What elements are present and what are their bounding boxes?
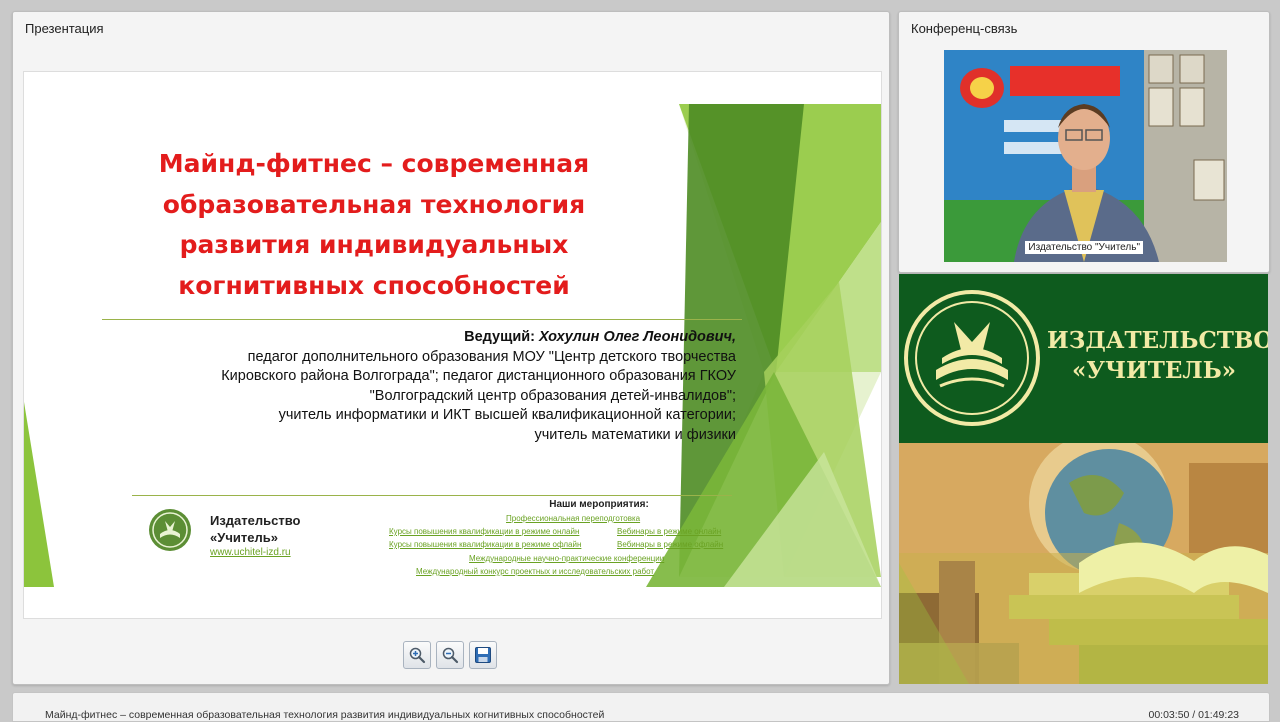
slide-title-line: развития индивидуальных — [179, 230, 569, 259]
presenter-line: Кировского района Волгограда"; педагог д… — [221, 368, 736, 384]
video-label: Издательство "Учитель" — [1025, 241, 1143, 254]
slide-title-line: когнитивных способностей — [178, 270, 570, 300]
presentation-panel: Презентация Майнд-фитнес – современная о… — [12, 11, 890, 685]
presentation-slide: Майнд-фитнес – современная образовательн… — [23, 71, 882, 619]
footer-divider — [132, 495, 732, 496]
event-link[interactable]: Курсы повышения квалификации в режиме он… — [389, 527, 579, 536]
event-link[interactable]: Международный конкурс проектных и исслед… — [416, 567, 654, 576]
banner-image — [899, 443, 1268, 684]
slide-title-line: образовательная технология — [162, 189, 586, 219]
publisher-name: Издательство «Учитель» — [210, 512, 301, 546]
video-feed[interactable]: Издательство "Учитель" — [944, 50, 1227, 262]
publisher-url-link[interactable]: www.uchitel-izd.ru — [210, 547, 291, 558]
presenter-name: Хохулин Олег Леонидович, — [539, 329, 736, 345]
zoom-in-icon — [409, 647, 426, 664]
event-link[interactable]: Вебинары в режиме офлайн — [617, 540, 723, 549]
presentation-panel-title: Презентация — [25, 21, 104, 36]
events-header: Наши мероприятия: — [549, 499, 649, 510]
event-link[interactable]: Вебинары в режиме онлайн — [617, 527, 721, 536]
footer-bar: Майнд-фитнес – современная образовательн… — [12, 692, 1270, 722]
presenter-label: Ведущий: — [464, 329, 536, 345]
presenter-info: Ведущий: Хохулин Олег Леонидович, педаго… — [116, 328, 736, 445]
title-divider — [102, 319, 742, 320]
video-frame — [944, 50, 1227, 262]
slide-toolbar — [403, 641, 497, 669]
slide-title-line: Майнд-фитнес – современная — [158, 149, 590, 178]
zoom-out-button[interactable] — [436, 641, 464, 669]
event-link[interactable]: Курсы повышения квалификации в режиме оф… — [389, 540, 581, 549]
conference-panel-title: Конференц-связь — [911, 21, 1018, 36]
save-button[interactable] — [469, 641, 497, 669]
save-icon — [475, 647, 491, 663]
books-globe-image — [899, 443, 1268, 684]
publisher-banner: ИЗДАТЕЛЬСТВО «УЧИТЕЛЬ» — [899, 274, 1268, 684]
banner-logo-area: ИЗДАТЕЛЬСТВО «УЧИТЕЛЬ» — [899, 274, 1268, 443]
banner-logo-icon — [904, 290, 1040, 426]
publisher-logo-icon — [149, 509, 191, 551]
presenter-line: учитель информатики и ИКТ высшей квалифи… — [278, 407, 736, 423]
presenter-line: учитель математики и физики — [534, 426, 736, 443]
presenter-line: "Волгоградский центр образования детей-и… — [369, 387, 736, 404]
playback-time: 00:03:50 / 01:49:23 — [1148, 709, 1240, 721]
banner-line: «УЧИТЕЛЬ» — [1071, 357, 1237, 384]
footer-title: Майнд-фитнес – современная образовательн… — [45, 709, 605, 721]
banner-text: ИЗДАТЕЛЬСТВО «УЧИТЕЛЬ» — [1047, 326, 1268, 386]
presenter-line: педагог дополнительного образования МОУ … — [247, 348, 736, 365]
conference-panel: Конференц-связь Издательство "Учитель" — [898, 11, 1270, 273]
event-link[interactable]: Профессиональная переподготовка — [506, 514, 640, 523]
zoom-in-button[interactable] — [403, 641, 431, 669]
publisher-name-line: Издательство — [210, 513, 301, 528]
publisher-name-line: «Учитель» — [210, 530, 278, 545]
banner-line: ИЗДАТЕЛЬСТВО — [1047, 327, 1268, 354]
zoom-out-icon — [442, 647, 459, 664]
event-link[interactable]: Международные научно-практические конфер… — [469, 554, 664, 563]
slide-title: Майнд-фитнес – современная образовательн… — [84, 144, 664, 306]
